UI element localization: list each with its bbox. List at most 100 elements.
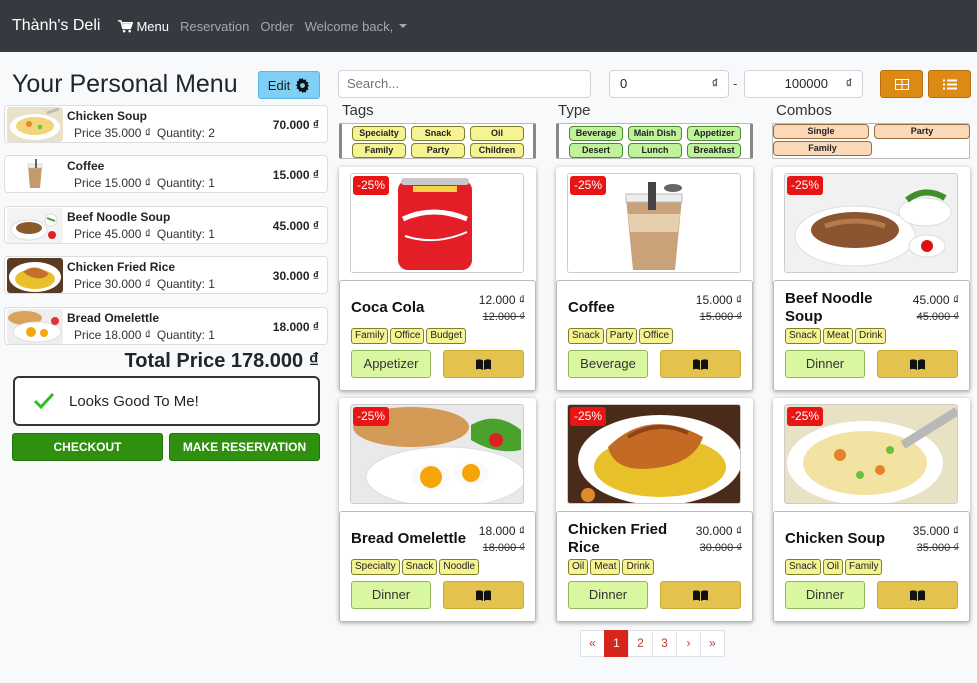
type-label: Type [558, 102, 591, 119]
combos-label: Combos [776, 102, 832, 119]
product-tags: Oil Meat Drink [568, 559, 654, 575]
tags-label: Tags [342, 102, 374, 119]
book-open-icon [910, 358, 925, 370]
tags-filter: Specialty Snack Oil Family Party Childre… [339, 123, 536, 159]
combo-filter-party[interactable]: Party [874, 124, 970, 139]
nav-menu[interactable]: Menu [118, 19, 169, 34]
tag-filter-specialty[interactable]: Specialty [352, 126, 406, 141]
caret-down-icon [399, 24, 408, 28]
tag-filter-children[interactable]: Children [470, 143, 524, 158]
item-price: Price 15.000 ₫ [74, 176, 151, 190]
type-filter-appetizer[interactable]: Appetizer [687, 126, 741, 141]
tag-filter-oil[interactable]: Oil [470, 126, 524, 141]
type-filter-lunch[interactable]: Lunch [628, 143, 682, 158]
navbar: Thành's Deli Menu Reservation Order Welc… [0, 0, 977, 52]
pagination-page-3[interactable]: 3 [652, 630, 677, 657]
category-button[interactable]: Dinner [785, 581, 865, 609]
product-tag: Budget [426, 328, 467, 344]
product-card: -25% Chicken Fried Rice 30.000 ₫ 30.000 … [556, 398, 753, 622]
edit-button[interactable]: Edit [258, 71, 320, 99]
bread-omelette-thumbnail [7, 309, 63, 344]
item-name: Chicken Soup [67, 109, 148, 123]
category-button[interactable]: Beverage [568, 350, 648, 378]
pagination-first[interactable]: « [580, 630, 605, 657]
combo-filter-single[interactable]: Single [773, 124, 869, 139]
pagination: « 1 2 3 › » [580, 630, 725, 657]
product-name: Chicken Soup [785, 530, 886, 547]
product-price: 18.000 ₫ [478, 524, 525, 538]
grid-view-button[interactable] [880, 70, 923, 98]
item-detail: Price 15.000 ₫ Quantity: 1 [74, 176, 215, 190]
total-price: Total Price 178.000 ₫ [124, 350, 319, 372]
max-price-input[interactable]: 100000 [744, 70, 837, 98]
item-total: 15.000 ₫ [272, 168, 319, 182]
order-item: Bread Omelettle Price 18.000 ₫ Quantity: … [4, 307, 328, 345]
product-tag: Specialty [351, 559, 400, 575]
item-total: 45.000 ₫ [272, 219, 319, 233]
order-item: Chicken Soup Price 35.000 ₫ Quantity: 2 7… [4, 105, 328, 143]
product-info: Coca Cola 12.000 ₫ 12.000 ₫ Family Offic… [339, 280, 536, 391]
tag-filter-party[interactable]: Party [411, 143, 465, 158]
chicken-soup-image: -25% [784, 404, 958, 504]
discount-badge: -25% [353, 176, 390, 195]
coffee-thumbnail [7, 157, 63, 192]
combos-filter: Single Party Family [772, 123, 970, 159]
item-detail: Price 35.000 ₫ Quantity: 2 [74, 126, 215, 140]
product-card: -25% Chicken Soup 35.000 ₫ 35.000 ₫ Snac… [773, 398, 970, 622]
chicken-fried-rice-image: -25% [567, 404, 741, 504]
type-filter-main-dish[interactable]: Main Dish [628, 126, 682, 141]
brand[interactable]: Thành's Deli [12, 17, 100, 35]
pagination-page-1[interactable]: 1 [604, 630, 629, 657]
product-tag: Oil [822, 559, 844, 575]
min-price-currency: ₫ [702, 70, 729, 98]
book-button[interactable] [660, 581, 741, 609]
type-filter-desert[interactable]: Desert [569, 143, 623, 158]
book-open-icon [476, 358, 491, 370]
category-button[interactable]: Dinner [351, 581, 431, 609]
product-tag: Family [351, 328, 389, 344]
list-icon [942, 79, 957, 89]
item-total: 18.000 ₫ [272, 320, 319, 334]
category-button[interactable]: Dinner [568, 581, 648, 609]
book-button[interactable] [443, 581, 524, 609]
pagination-page-2[interactable]: 2 [628, 630, 653, 657]
category-button[interactable]: Appetizer [351, 350, 431, 378]
category-button[interactable]: Dinner [785, 350, 865, 378]
book-button[interactable] [877, 350, 958, 378]
item-quantity: Quantity: 1 [156, 277, 215, 291]
nav-order[interactable]: Order [260, 19, 293, 34]
combo-filter-family[interactable]: Family [773, 141, 872, 156]
pagination-next[interactable]: › [676, 630, 701, 657]
checkmark-icon [33, 392, 55, 410]
product-tags: Snack Oil Family [785, 559, 883, 575]
beef-noodle-soup-image: -25% [784, 173, 958, 273]
product-info: Bread Omelettle 18.000 ₫ 18.000 ₫ Specia… [339, 511, 536, 622]
product-info: Chicken Soup 35.000 ₫ 35.000 ₫ Snack Oil… [773, 511, 970, 622]
edit-label: Edit [267, 77, 291, 93]
product-old-price: 30.000 ₫ [699, 542, 742, 554]
search-input[interactable]: Search... [338, 70, 591, 98]
list-view-button[interactable] [928, 70, 971, 98]
book-open-icon [476, 589, 491, 601]
type-filter-breakfast[interactable]: Breakfast [687, 143, 741, 158]
book-open-icon [693, 358, 708, 370]
item-price: Price 30.000 ₫ [74, 277, 151, 291]
item-detail: Price 30.000 ₫ Quantity: 1 [74, 277, 215, 291]
nav-user-dropdown[interactable]: Welcome back, [305, 19, 408, 34]
make-reservation-button[interactable]: MAKE RESERVATION [169, 433, 320, 461]
product-tag: Party [605, 328, 638, 344]
chicken-soup-thumbnail [7, 107, 63, 142]
min-price-input[interactable]: 0 [609, 70, 703, 98]
checkout-button[interactable]: CHECKOUT [12, 433, 163, 461]
book-button[interactable] [877, 581, 958, 609]
item-detail: Price 45.000 ₫ Quantity: 1 [74, 227, 215, 241]
discount-badge: -25% [570, 407, 607, 426]
pagination-last[interactable]: » [700, 630, 725, 657]
nav-reservation[interactable]: Reservation [180, 19, 249, 34]
book-button[interactable] [660, 350, 741, 378]
product-name: Bread Omelettle [351, 530, 467, 547]
tag-filter-snack[interactable]: Snack [411, 126, 465, 141]
tag-filter-family[interactable]: Family [352, 143, 406, 158]
book-button[interactable] [443, 350, 524, 378]
type-filter-beverage[interactable]: Beverage [569, 126, 623, 141]
